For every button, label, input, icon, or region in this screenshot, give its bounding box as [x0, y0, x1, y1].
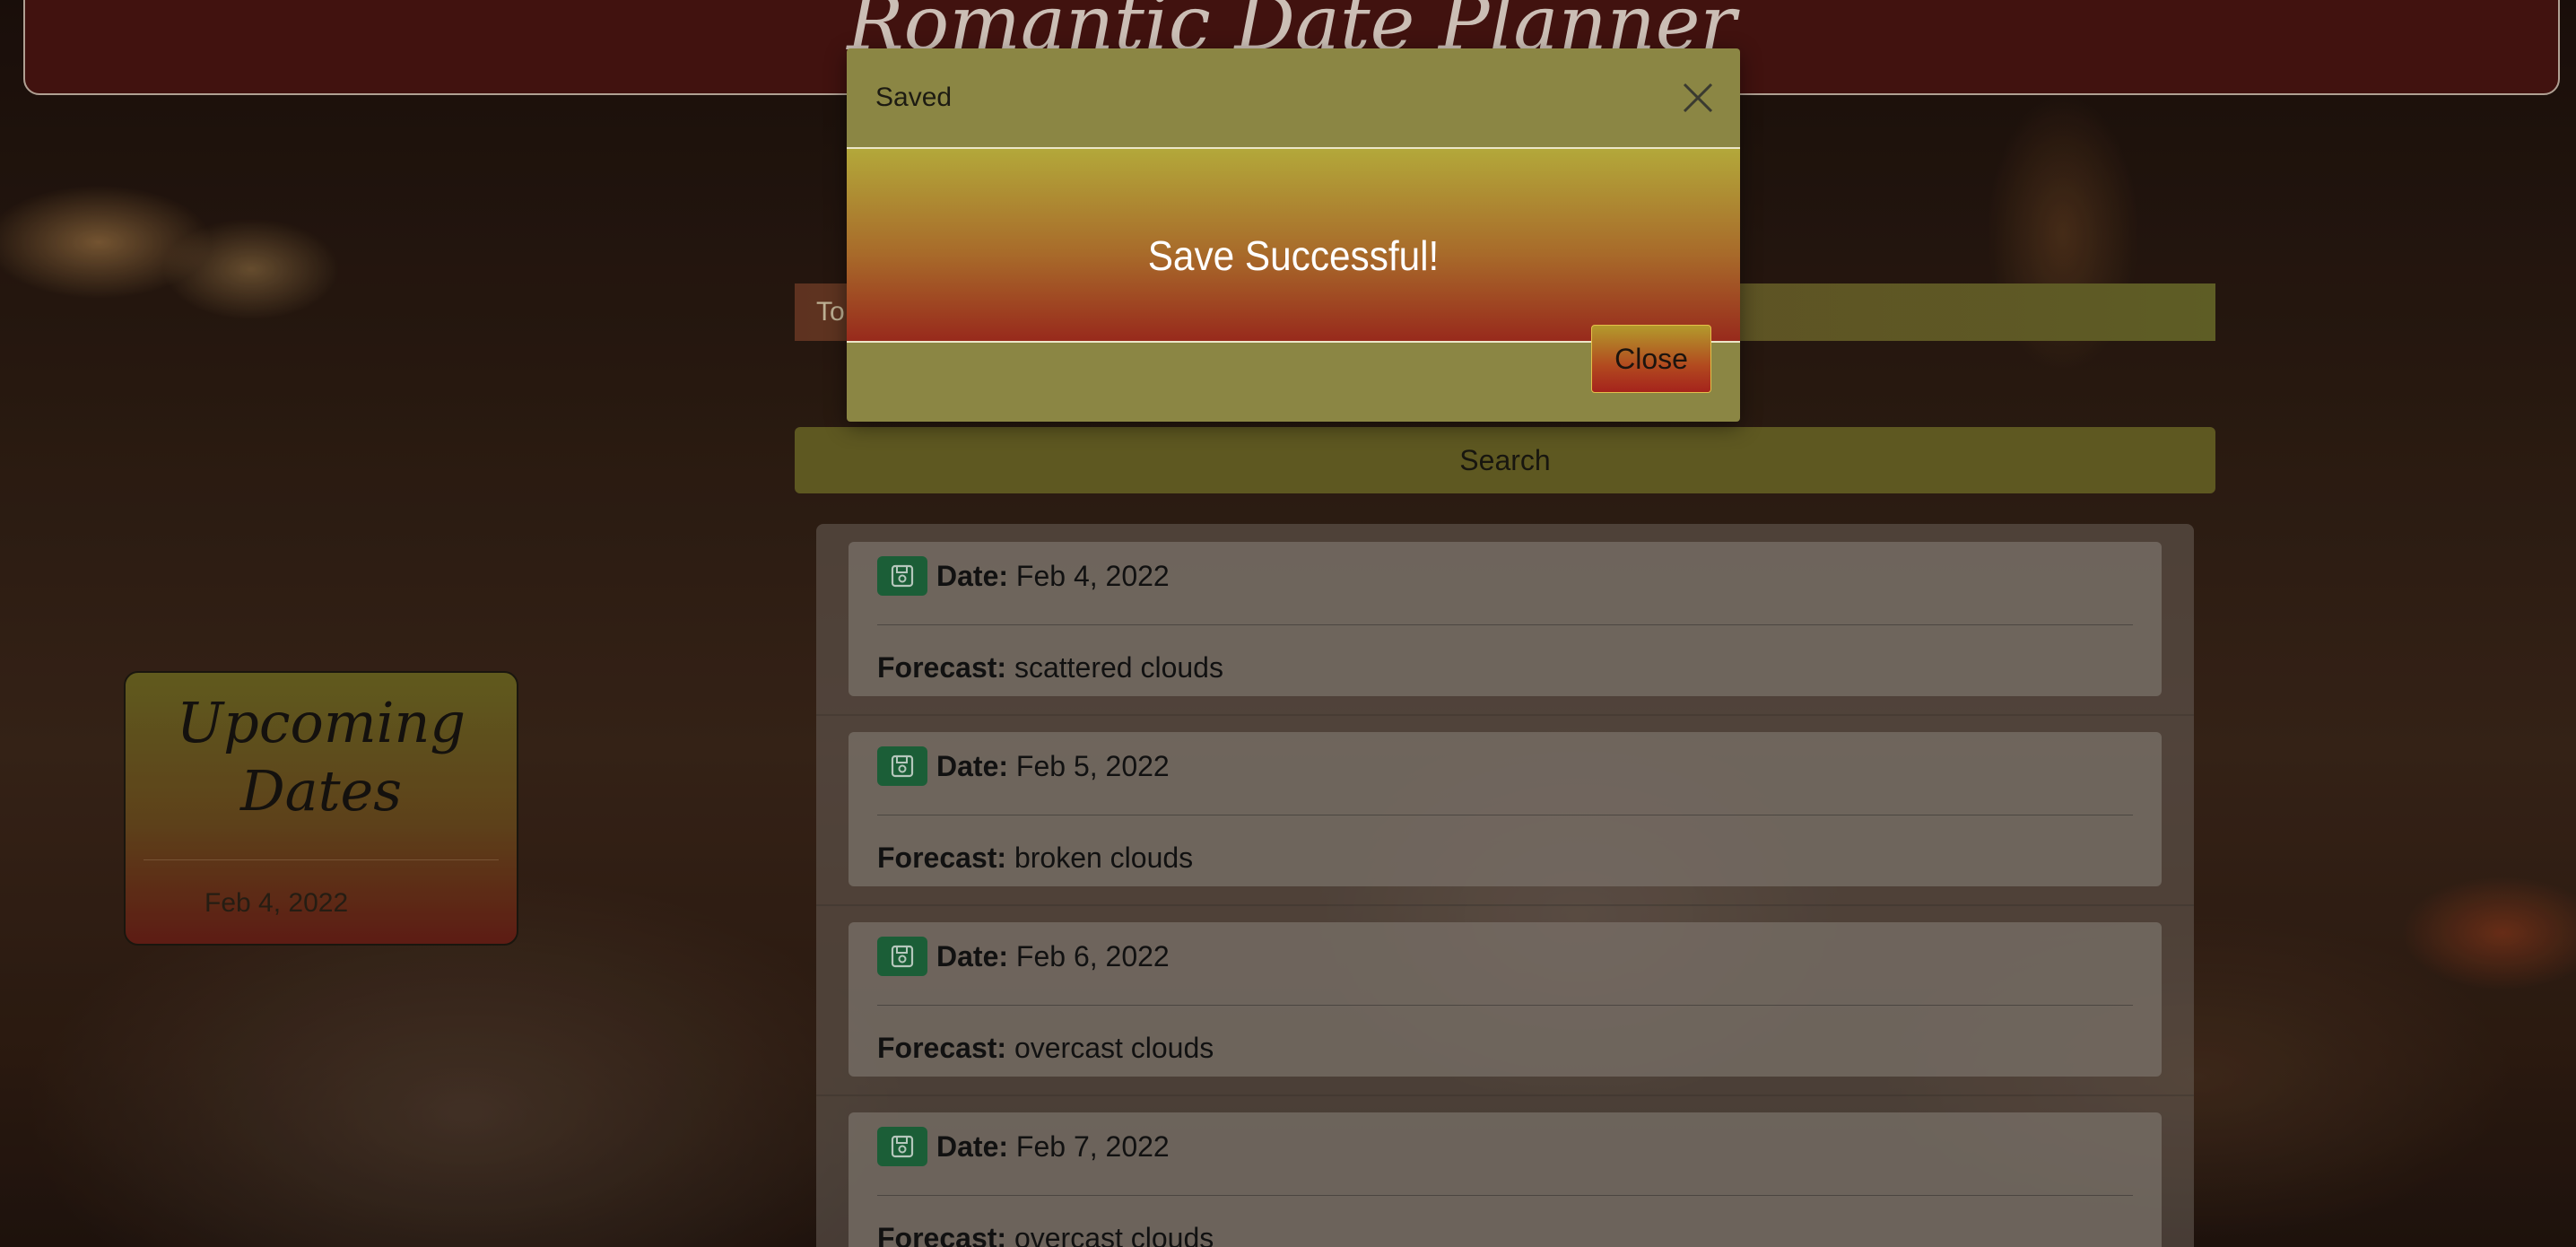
modal-header: Saved — [847, 48, 1740, 149]
modal-body: Save Successful! — [847, 149, 1740, 343]
close-icon[interactable] — [1679, 79, 1717, 117]
modal-title: Saved — [875, 83, 953, 112]
close-button[interactable]: Close — [1591, 325, 1711, 393]
saved-modal: Saved Save Successful! Close — [847, 48, 1740, 422]
modal-message: Save Successful! — [1147, 232, 1440, 279]
